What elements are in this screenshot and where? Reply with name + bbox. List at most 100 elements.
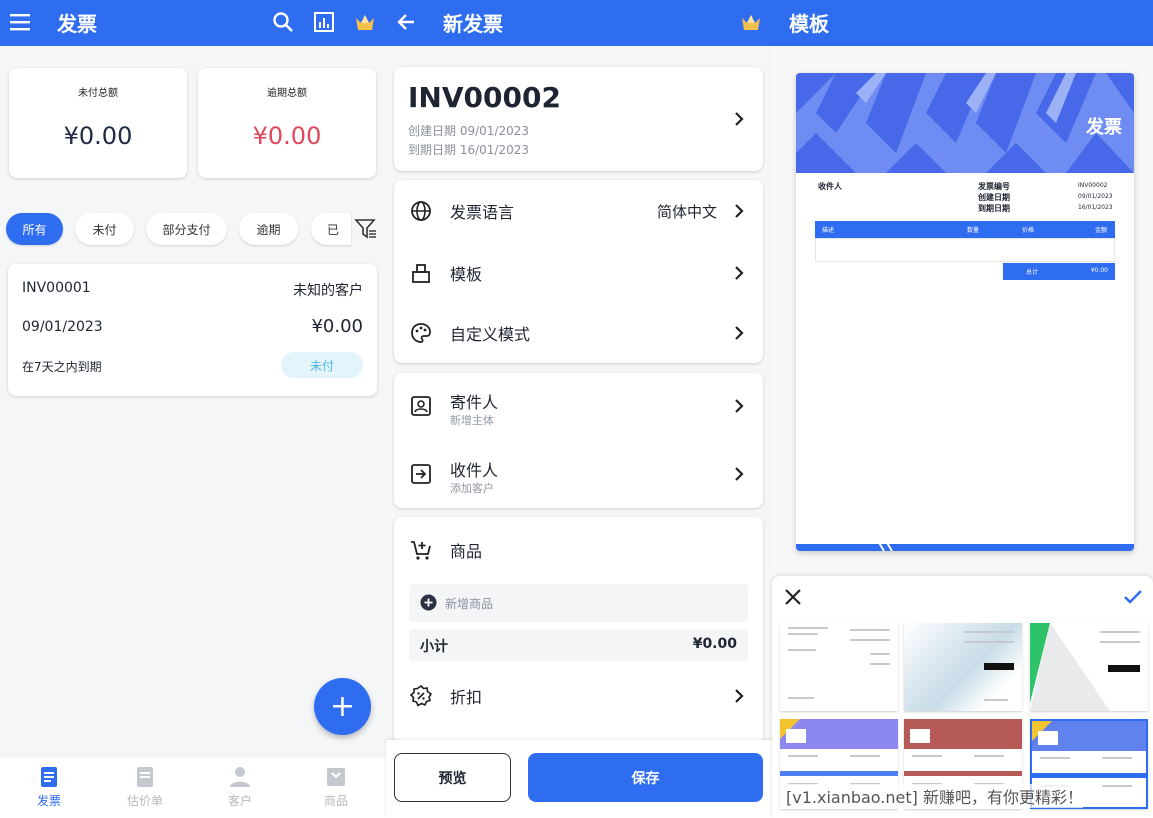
new-invoice-number: INV00002 <box>408 81 561 114</box>
overdue-total-card: 逾期总额 ¥0.00 <box>198 68 376 178</box>
invoice-doc-icon <box>41 767 57 787</box>
close-icon[interactable] <box>784 588 802 606</box>
back-arrow-icon[interactable] <box>393 9 419 35</box>
page-title-invoices: 发票 <box>57 12 97 36</box>
invoice-due-text: 在7天之内到期 <box>22 360 102 374</box>
items-header: 商品 <box>394 519 763 581</box>
page-title-new-invoice: 新发票 <box>443 12 503 36</box>
unpaid-total-value: ¥0.00 <box>63 122 133 150</box>
estimate-doc-icon <box>137 767 153 787</box>
add-item-label: 新增商品 <box>445 597 494 611</box>
preview-table-row <box>815 238 1115 262</box>
add-invoice-fab[interactable]: + <box>314 678 371 735</box>
recipient-row[interactable]: 收件人 添加客户 <box>394 443 763 505</box>
template-row[interactable]: 模板 <box>394 242 763 304</box>
app-bar: 发票 新发票 模板 <box>0 0 1153 46</box>
subtotal-label: 小计 <box>420 639 448 655</box>
sender-label: 寄件人 <box>450 393 499 412</box>
recipient-sub: 添加客户 <box>450 482 494 495</box>
filter-paid[interactable]: 已 <box>311 213 351 245</box>
preview-footer-bar <box>796 544 1134 551</box>
sender-sub: 新增主体 <box>450 414 494 427</box>
preview-banner-pattern <box>796 73 1134 173</box>
report-icon[interactable] <box>311 9 337 35</box>
preview-col-desc: 描述 <box>822 227 835 234</box>
bottom-nav: 发票 估价单 客户 商品 <box>0 758 386 818</box>
invoice-header-card[interactable]: INV00002 创建日期 09/01/2023 到期日期 16/01/2023 <box>394 67 763 171</box>
chevron-right-icon <box>735 204 744 218</box>
preview-meta-label-3: 到期日期 <box>978 204 1010 213</box>
custom-mode-row[interactable]: 自定义模式 <box>394 302 763 364</box>
add-item-button[interactable]: 新增商品 <box>409 584 748 622</box>
invoice-list-screen: 未付总额 ¥0.00 逾期总额 ¥0.00 所有 未付 部分支付 逾期 已 IN… <box>0 46 386 818</box>
invoice-list-item[interactable]: INV00001 未知的客户 09/01/2023 ¥0.00 在7天之内到期 … <box>8 264 377 396</box>
preview-col-qty: 数量 <box>967 227 980 234</box>
preview-total-bar: 总计 ¥0.00 <box>1003 263 1115 280</box>
save-button[interactable]: 保存 <box>528 753 763 802</box>
template-preview: 发票 收件人 发票编号 创建日期 到期日期 INV00002 09/01/202… <box>796 73 1134 551</box>
items-label: 商品 <box>450 542 483 561</box>
subtotal-row: 小计 ¥0.00 <box>409 629 748 661</box>
login-arrow-icon <box>411 464 431 484</box>
filter-overdue[interactable]: 逾期 <box>239 213 298 245</box>
crown-icon[interactable] <box>738 9 764 35</box>
sender-row[interactable]: 寄件人 新增主体 <box>394 375 763 437</box>
search-icon[interactable] <box>270 9 296 35</box>
menu-icon[interactable] <box>8 9 34 35</box>
template-thumb-watercolor[interactable] <box>904 623 1022 711</box>
crown-icon[interactable] <box>352 9 378 35</box>
preview-total-value: ¥0.00 <box>1090 267 1108 274</box>
recipient-label: 收件人 <box>450 461 499 480</box>
items-card: 商品 新增商品 小计 ¥0.00 折扣 <box>394 517 763 757</box>
nav-estimates[interactable]: 估价单 <box>105 766 185 814</box>
preview-table-header: 描述 数量 价格 金额 <box>815 221 1115 238</box>
preview-col-amount: 金额 <box>1095 227 1108 234</box>
filter-partial[interactable]: 部分支付 <box>146 213 227 245</box>
filter-unpaid[interactable]: 未付 <box>75 213 134 245</box>
chevron-right-icon <box>735 112 744 126</box>
add-circle-icon <box>420 594 437 611</box>
palette-icon <box>411 323 431 343</box>
nav-products[interactable]: 商品 <box>296 766 376 814</box>
nav-invoices-label: 发票 <box>36 794 61 808</box>
template-screen: 发票 收件人 发票编号 创建日期 到期日期 INV00002 09/01/202… <box>772 46 1153 818</box>
chevron-right-icon <box>735 689 744 703</box>
template-thumb-green[interactable] <box>1030 623 1148 711</box>
preview-total-label: 总计 <box>1026 269 1039 276</box>
template-thumb-classic[interactable] <box>780 623 898 711</box>
parties-card: 寄件人 新增主体 收件人 添加客户 <box>394 373 763 508</box>
discount-badge-icon <box>410 685 432 707</box>
contact-card-icon <box>411 396 431 416</box>
filter-icon[interactable] <box>354 218 380 242</box>
check-icon[interactable] <box>1123 589 1143 605</box>
invoice-language-value: 简体中文 <box>656 202 717 221</box>
new-invoice-screen: INV00002 创建日期 09/01/2023 到期日期 16/01/2023… <box>386 46 772 818</box>
overdue-total-value: ¥0.00 <box>252 122 322 150</box>
plus-icon: + <box>329 688 356 724</box>
created-date: 创建日期 09/01/2023 <box>408 124 529 138</box>
overdue-total-label: 逾期总额 <box>267 88 307 99</box>
invoice-language-row[interactable]: 发票语言 简体中文 <box>394 180 763 242</box>
nav-customers[interactable]: 客户 <box>200 766 280 814</box>
template-icon <box>412 264 430 283</box>
template-picker-sheet: [v1.xianbao.net] 新赚吧，有你更精彩！ <box>772 576 1153 818</box>
globe-icon <box>411 201 431 221</box>
nav-estimates-label: 估价单 <box>126 794 163 808</box>
discount-label: 折扣 <box>450 688 483 707</box>
action-bar: 预览 保存 <box>386 740 772 818</box>
nav-invoices[interactable]: 发票 <box>9 766 89 814</box>
unpaid-total-label: 未付总额 <box>78 88 118 99</box>
preview-button[interactable]: 预览 <box>394 753 511 802</box>
preview-meta-label-2: 创建日期 <box>978 193 1010 202</box>
chevron-right-icon <box>735 467 744 481</box>
chevron-right-icon <box>735 399 744 413</box>
preview-banner-title: 发票 <box>1086 117 1122 138</box>
preview-meta-value-1: INV00002 <box>1078 182 1108 189</box>
preview-col-price: 价格 <box>1022 227 1035 234</box>
page-title-templates: 模板 <box>789 12 829 36</box>
discount-row[interactable]: 折扣 <box>394 665 763 727</box>
watermark-text: [v1.xianbao.net] 新赚吧，有你更精彩！ <box>786 784 1083 808</box>
invoice-date: 09/01/2023 <box>22 319 103 335</box>
unpaid-total-card: 未付总额 ¥0.00 <box>9 68 187 178</box>
filter-all[interactable]: 所有 <box>6 213 63 245</box>
